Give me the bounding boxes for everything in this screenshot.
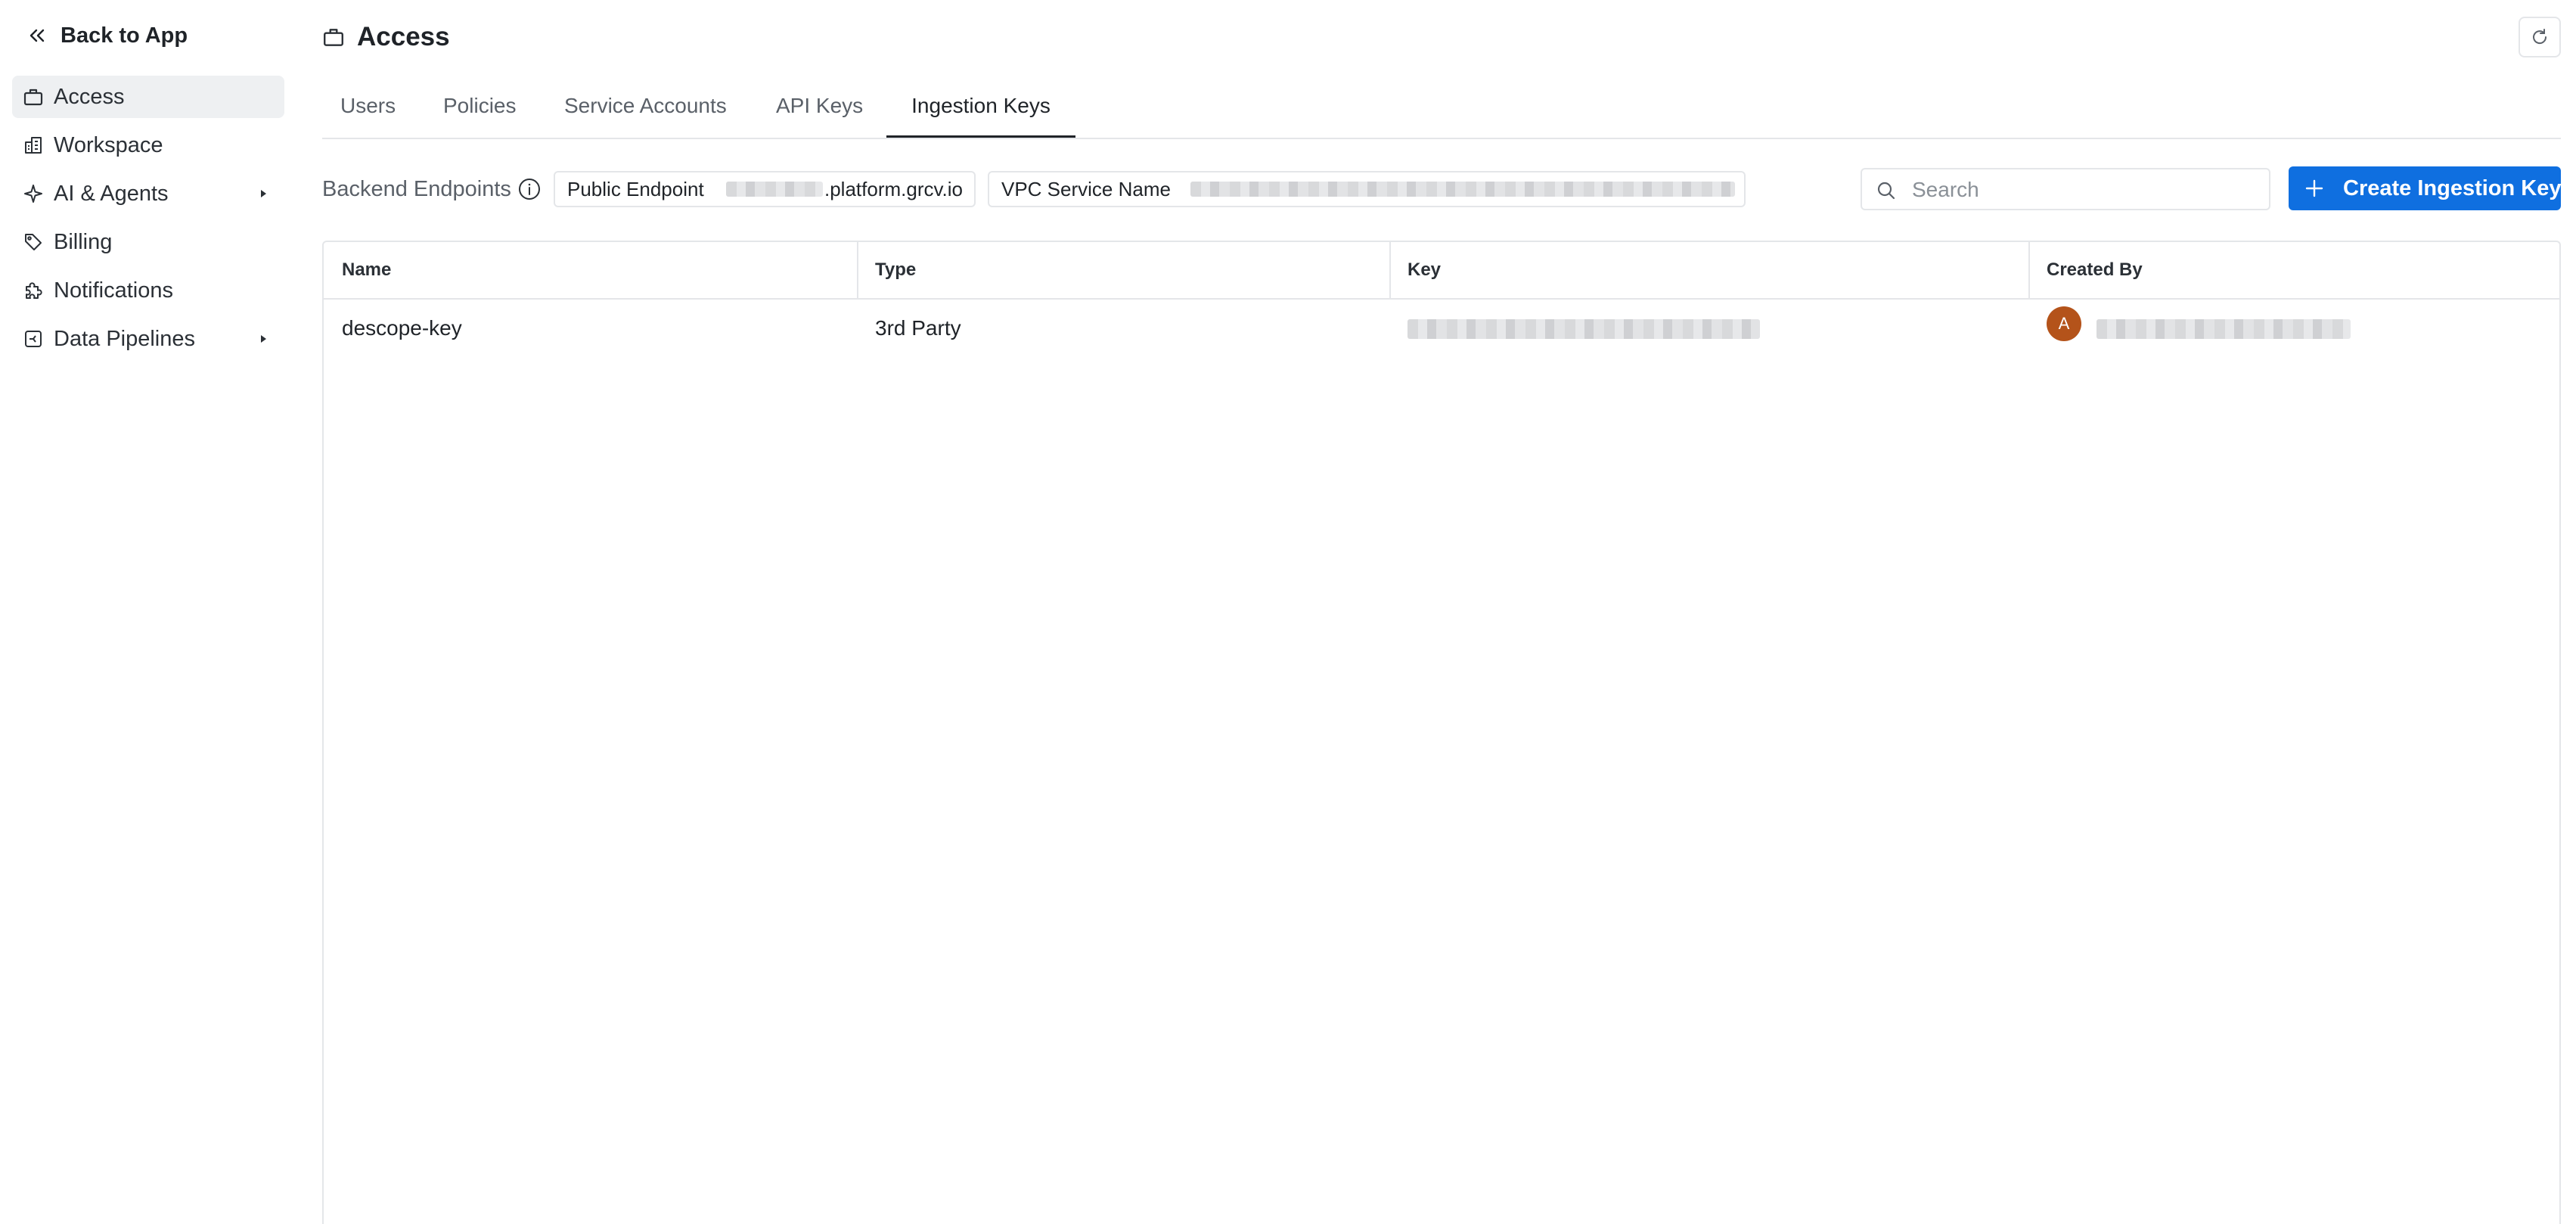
backend-endpoints-label: Backend Endpoints: [322, 177, 511, 201]
puzzle-icon: [23, 280, 44, 301]
create-button-label: Create Ingestion Key: [2343, 176, 2562, 200]
refresh-button[interactable]: [2519, 17, 2561, 57]
sidebar-item-label: Data Pipelines: [54, 326, 195, 351]
caret-right-icon: [257, 188, 269, 200]
sidebar-item-label: Access: [54, 84, 125, 109]
caret-right-icon: [257, 333, 269, 345]
briefcase-icon: [322, 26, 345, 48]
redacted-value: [1190, 182, 1735, 197]
tab-api-keys[interactable]: API Keys: [776, 83, 863, 138]
column-divider[interactable]: [2028, 242, 2030, 298]
table-row[interactable]: descope-key 3rd Party: [324, 298, 2559, 359]
tab-policies[interactable]: Policies: [443, 83, 516, 138]
briefcase-icon: [23, 86, 44, 107]
redacted-key: [1407, 319, 1760, 339]
public-endpoint-chip[interactable]: Public Endpoint .platform.grcv.io: [554, 171, 976, 207]
column-header-created-by[interactable]: Created By: [2047, 242, 2143, 298]
info-icon[interactable]: [517, 177, 542, 201]
public-endpoint-label: Public Endpoint: [567, 178, 704, 200]
sidebar-item-label: AI & Agents: [54, 181, 169, 206]
pipeline-icon: [23, 328, 44, 349]
sidebar-item-ai-agents[interactable]: AI & Agents: [12, 172, 284, 215]
refresh-icon: [2529, 26, 2550, 48]
redacted-user: [2096, 319, 2351, 339]
sidebar-item-label: Billing: [54, 229, 113, 254]
sidebar-item-billing[interactable]: Billing: [12, 221, 284, 263]
tab-ingestion-keys[interactable]: Ingestion Keys: [886, 83, 1075, 138]
double-chevron-left-icon: [26, 24, 48, 47]
cell-type: 3rd Party: [875, 316, 961, 340]
sidebar-item-label: Notifications: [54, 278, 173, 303]
sidebar-item-label: Workspace: [54, 132, 163, 157]
back-to-app-label: Back to App: [61, 23, 188, 48]
avatar: A: [2047, 306, 2081, 341]
sidebar-item-access[interactable]: Access: [12, 76, 284, 118]
column-header-name[interactable]: Name: [342, 242, 391, 298]
page-title: Access: [357, 22, 450, 51]
plus-icon: [2304, 178, 2325, 199]
tag-icon: [23, 231, 44, 253]
vpc-service-chip[interactable]: VPC Service Name: [988, 171, 1746, 207]
sidebar-item-data-pipelines[interactable]: Data Pipelines: [12, 318, 284, 360]
column-header-key[interactable]: Key: [1407, 242, 1441, 298]
ingestion-keys-table: Name Type Key Created By descope-key 3rd…: [322, 241, 2561, 1224]
create-ingestion-key-button[interactable]: Create Ingestion Key: [2289, 166, 2561, 210]
column-header-type[interactable]: Type: [875, 242, 916, 298]
column-divider[interactable]: [857, 242, 858, 298]
tab-users[interactable]: Users: [340, 83, 396, 138]
vpc-service-label: VPC Service Name: [1001, 178, 1171, 200]
tab-bar: Users Policies Service Accounts API Keys…: [322, 83, 2561, 139]
public-endpoint-value: .platform.grcv.io: [824, 178, 964, 200]
table-header: Name Type Key Created By: [324, 242, 2559, 300]
building-icon: [23, 135, 44, 156]
cell-name: descope-key: [342, 316, 462, 340]
sparkle-icon: [23, 183, 44, 204]
redacted-value: [726, 182, 823, 197]
tab-service-accounts[interactable]: Service Accounts: [564, 83, 727, 138]
search-field[interactable]: [1861, 168, 2270, 210]
sidebar-item-notifications[interactable]: Notifications: [12, 269, 284, 312]
search-icon: [1876, 180, 1897, 201]
sidebar: Back to App Access Workspace AI & Agents: [0, 0, 296, 1224]
sidebar-item-workspace[interactable]: Workspace: [12, 124, 284, 166]
column-divider[interactable]: [1389, 242, 1391, 298]
page-header: Access: [322, 20, 450, 54]
back-to-app-link[interactable]: Back to App: [26, 18, 188, 53]
search-input[interactable]: [1910, 174, 2261, 206]
